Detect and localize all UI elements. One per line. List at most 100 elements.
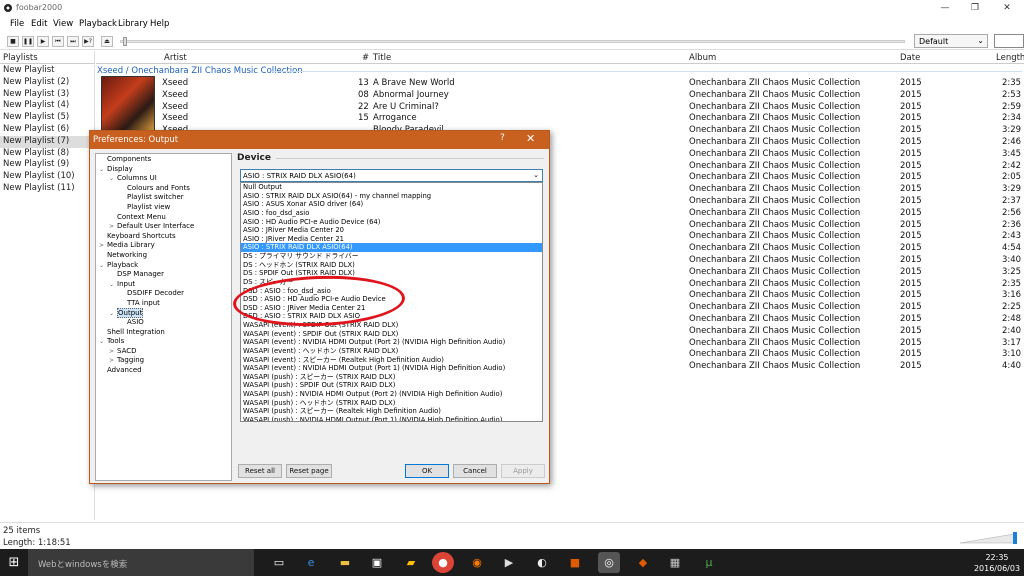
chevron-right-icon[interactable]: >	[109, 356, 117, 366]
playlist-item[interactable]: New Playlist (8)	[0, 148, 94, 160]
device-option[interactable]: WASAPI (push) : スピーカー (STRIX RAID DLX)	[241, 373, 542, 382]
device-option[interactable]: WASAPI (push) : SPDIF Out (STRIX RAID DL…	[241, 381, 542, 390]
playlist-item[interactable]: New Playlist (10)	[0, 171, 94, 183]
device-option[interactable]: DS : プライマリ サウンド ドライバー	[241, 252, 542, 261]
eject-button[interactable]: ⏏	[101, 36, 113, 47]
track-row[interactable]: Xseed 13 A Brave New World Onechanbara ZII …	[96, 77, 1024, 89]
device-option[interactable]: WASAPI (push) : スピーカー (Realtek High Defi…	[241, 407, 542, 416]
device-option[interactable]: WASAPI (push) : NVIDIA HDMI Output (Port…	[241, 416, 542, 421]
device-option[interactable]: Null Output	[241, 183, 542, 192]
random-button[interactable]: ▶?	[82, 36, 94, 47]
pdf-icon[interactable]: ■	[564, 552, 586, 573]
search-input[interactable]	[994, 34, 1024, 48]
device-option[interactable]: ASIO : STRIX RAID DLX ASIO(64) - my chan…	[241, 192, 542, 201]
playlist-item[interactable]: New Playlist (3)	[0, 89, 94, 101]
device-option[interactable]: WASAPI (push) : ヘッドホン (STRIX RAID DLX)	[241, 399, 542, 408]
device-option[interactable]: WASAPI (push) : NVIDIA HDMI Output (Port…	[241, 390, 542, 399]
playlist-item[interactable]: New Playlist (11)	[0, 183, 94, 195]
chevron-down-icon[interactable]: ⌄	[109, 309, 117, 319]
file-explorer-icon[interactable]: ▬	[334, 552, 356, 573]
track-row[interactable]: Xseed 08 Abnormal Journey Onechanbara ZII C…	[96, 89, 1024, 101]
column-title[interactable]: Title	[373, 53, 391, 63]
device-option[interactable]: DS : ヘッドホン (STRIX RAID DLX)	[241, 261, 542, 270]
seek-bar[interactable]	[120, 37, 905, 46]
playlist-item[interactable]: New Playlist (9)	[0, 159, 94, 171]
task-view-icon[interactable]: ▭	[268, 552, 290, 573]
apply-button[interactable]: Apply	[501, 464, 545, 478]
tree-node[interactable]: DSP Manager	[96, 270, 231, 280]
store-icon[interactable]: ▣	[366, 552, 388, 573]
tree-node[interactable]: > Media Library	[96, 241, 231, 251]
device-option[interactable]: ASIO : JRiver Media Center 20	[241, 226, 542, 235]
folder-icon[interactable]: ▰	[400, 552, 422, 573]
tree-node[interactable]: Components	[96, 155, 231, 165]
tree-node[interactable]: Networking	[96, 251, 231, 261]
menu-view[interactable]: View	[53, 19, 73, 29]
chrome-icon[interactable]: ●	[432, 552, 454, 573]
tree-node[interactable]: Colours and Fonts	[96, 184, 231, 194]
chevron-down-icon[interactable]: ⌄	[99, 337, 107, 347]
tree-node[interactable]: ⌄ Tools	[96, 337, 231, 347]
playback-order-combo[interactable]: Default ⌄	[914, 34, 988, 48]
column-date[interactable]: Date	[900, 53, 920, 63]
previous-button[interactable]: ⏮	[52, 36, 64, 47]
track-row[interactable]: Xseed 15 Arrogance Onechanbara ZII Chaos Mu…	[96, 112, 1024, 124]
tree-node[interactable]: ASIO	[96, 318, 231, 328]
tree-node[interactable]: > Default User Interface	[96, 222, 231, 232]
menu-file[interactable]: File	[10, 19, 24, 29]
windows-start-icon[interactable]: ⊞	[0, 549, 28, 576]
tree-node[interactable]: Keyboard Shortcuts	[96, 232, 231, 242]
app-icon[interactable]: ◐	[531, 552, 553, 573]
device-dropdown[interactable]: ASIO : STRIX RAID DLX ASIO(64) ⌄	[240, 169, 543, 182]
app-icon[interactable]: ◆	[632, 552, 654, 573]
playlist-item[interactable]: New Playlist (4)	[0, 100, 94, 112]
column-artist[interactable]: Artist	[164, 53, 187, 63]
tree-node[interactable]: Shell Integration	[96, 328, 231, 338]
tree-node[interactable]: > SACD	[96, 347, 231, 357]
device-option[interactable]: WASAPI (event) : SPDIF Out (STRIX RAID D…	[241, 330, 542, 339]
firefox-icon[interactable]: ◉	[466, 552, 488, 573]
stop-button[interactable]: ■	[7, 36, 19, 47]
chevron-right-icon[interactable]: >	[109, 222, 117, 232]
tree-node[interactable]: ⌄ Columns UI	[96, 174, 231, 184]
tree-node[interactable]: Context Menu	[96, 213, 231, 223]
tree-node[interactable]: Playlist switcher	[96, 193, 231, 203]
chevron-down-icon[interactable]: ⌄	[99, 165, 107, 175]
device-option[interactable]: ASIO : JRiver Media Center 21	[241, 235, 542, 244]
menu-playback[interactable]: Playback	[79, 19, 117, 29]
device-option[interactable]: WASAPI (event) : ヘッドホン (STRIX RAID DLX)	[241, 347, 542, 356]
column-length[interactable]: Length	[996, 53, 1024, 63]
menu-library[interactable]: Library	[118, 19, 148, 29]
playlist-item[interactable]: New Playlist (6)	[0, 124, 94, 136]
ok-button[interactable]: OK	[405, 464, 449, 478]
cancel-button[interactable]: Cancel	[453, 464, 497, 478]
media-icon[interactable]: ▶	[498, 552, 520, 573]
taskbar-search-box[interactable]: Webとwindowsを検索	[28, 549, 254, 576]
device-option[interactable]: WASAPI (event) : NVIDIA HDMI Output (Por…	[241, 364, 542, 373]
chevron-down-icon[interactable]: ⌄	[99, 261, 107, 271]
chevron-down-icon[interactable]: ⌄	[109, 280, 117, 290]
tree-node[interactable]: ⌄ Playback	[96, 261, 231, 271]
next-button[interactable]: ⏭	[67, 36, 79, 47]
chevron-right-icon[interactable]: >	[99, 241, 107, 251]
device-option[interactable]: ASIO : ASUS Xonar ASIO driver (64)	[241, 200, 542, 209]
utorrent-icon[interactable]: µ	[698, 552, 720, 573]
tree-node[interactable]: DSDIFF Decoder	[96, 289, 231, 299]
play-button[interactable]: ▶	[37, 36, 49, 47]
menu-help[interactable]: Help	[150, 19, 169, 29]
device-option[interactable]: ASIO : STRIX RAID DLX ASIO(64)	[241, 243, 542, 252]
tree-node[interactable]: ⌄ Display	[96, 165, 231, 175]
tree-node[interactable]: > Tagging	[96, 356, 231, 366]
device-option[interactable]: DS : SPDIF Out (STRIX RAID DLX)	[241, 269, 542, 278]
device-option[interactable]: WASAPI (event) : スピーカー (Realtek High Def…	[241, 356, 542, 365]
calculator-icon[interactable]: ▦	[664, 552, 686, 573]
menu-edit[interactable]: Edit	[31, 19, 47, 29]
help-button[interactable]: ?	[500, 133, 505, 143]
pause-button[interactable]: ❚❚	[22, 36, 34, 47]
edge-icon[interactable]: e	[300, 552, 322, 573]
device-option[interactable]: ASIO : HD Audio PCI-e Audio Device (64)	[241, 218, 542, 227]
seek-thumb[interactable]	[123, 37, 127, 46]
foobar-taskbar-icon[interactable]: ◎	[598, 552, 620, 573]
playlist-item[interactable]: New Playlist (2)	[0, 77, 94, 89]
reset-all-button[interactable]: Reset all	[238, 464, 282, 478]
